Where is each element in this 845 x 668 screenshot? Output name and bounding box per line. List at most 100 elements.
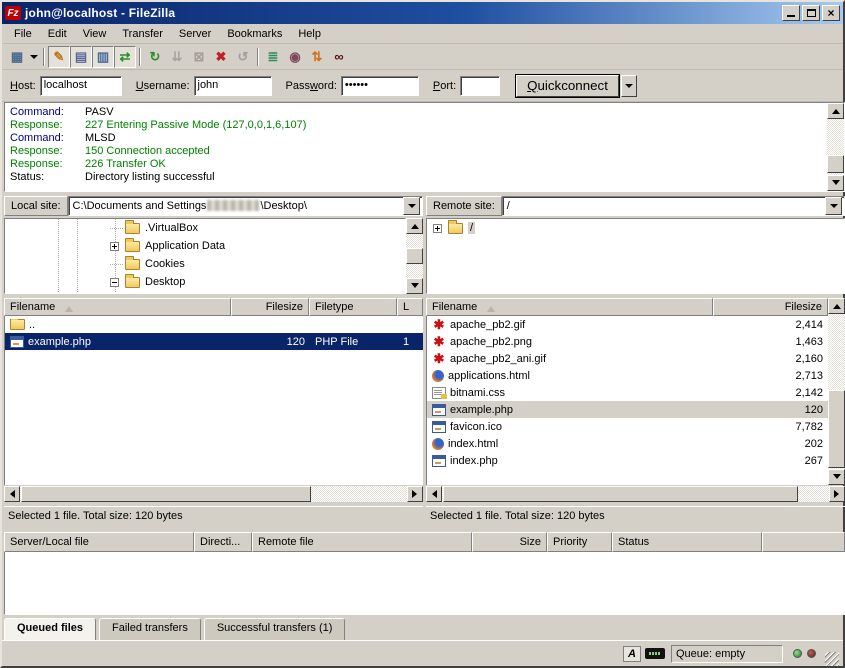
- password-input[interactable]: ••••••: [341, 76, 419, 96]
- tree-item-cookies[interactable]: Cookies: [5, 255, 405, 273]
- file-row[interactable]: ✱apache_pb2_ani.gif2,160: [427, 350, 828, 367]
- remote-hscroll-right-button[interactable]: [829, 486, 845, 502]
- menu-item-file[interactable]: File: [6, 26, 40, 42]
- tab-failed-transfers[interactable]: Failed transfers: [99, 618, 201, 640]
- quickconnect-dropdown-button[interactable]: [621, 75, 637, 97]
- file-row[interactable]: example.php120: [427, 401, 828, 418]
- reconnect-button[interactable]: ↺: [232, 46, 254, 68]
- site-manager-button[interactable]: ▦: [6, 46, 28, 68]
- remote-list-scroll-down-button[interactable]: [828, 469, 845, 485]
- port-input[interactable]: [460, 76, 500, 96]
- remote-site-dropdown-button[interactable]: [825, 197, 842, 215]
- local-column-filesize[interactable]: Filesize: [231, 298, 309, 316]
- remote-site-combobox[interactable]: /: [502, 196, 845, 216]
- menu-item-help[interactable]: Help: [290, 26, 329, 42]
- queue-column-directi-[interactable]: Directi...: [194, 532, 252, 552]
- quickconnect-button[interactable]: Quickconnect: [516, 75, 619, 97]
- filename-text: index.php: [450, 455, 498, 467]
- username-label: Username:: [136, 80, 190, 92]
- tree-item-root[interactable]: /: [427, 219, 844, 237]
- menu-item-bookmarks[interactable]: Bookmarks: [219, 26, 290, 42]
- expand-icon[interactable]: [110, 242, 119, 251]
- local-tree-scrollbar[interactable]: [406, 218, 423, 294]
- toggle-log-button[interactable]: ✎: [48, 46, 70, 68]
- tab-queued-files[interactable]: Queued files: [4, 618, 96, 641]
- menu-item-view[interactable]: View: [75, 26, 115, 42]
- file-row[interactable]: ✱apache_pb2.png1,463: [427, 333, 828, 350]
- username-input[interactable]: john: [194, 76, 272, 96]
- local-hscroll-thumb[interactable]: [21, 486, 311, 502]
- remote-hscroll-thumb[interactable]: [443, 486, 798, 502]
- local-tree-scroll-down-button[interactable]: [406, 278, 423, 294]
- remote-hscrollbar[interactable]: [426, 486, 845, 502]
- menu-item-edit[interactable]: Edit: [40, 26, 75, 42]
- site-manager-dropdown-icon[interactable]: [28, 46, 40, 68]
- process-queue-button[interactable]: ⇊: [166, 46, 188, 68]
- filename-text: apache_pb2_ani.gif: [450, 353, 546, 365]
- synchronized-browsing-button[interactable]: ⇅: [306, 46, 328, 68]
- menu-item-transfer[interactable]: Transfer: [114, 26, 171, 42]
- tree-item-desktop[interactable]: Desktop: [5, 273, 405, 291]
- local-site-dropdown-button[interactable]: [403, 197, 420, 215]
- local-tree-scroll-thumb[interactable]: [406, 248, 423, 264]
- queue-column-remote-file[interactable]: Remote file: [252, 532, 472, 552]
- file-row[interactable]: bitnami.css2,142: [427, 384, 828, 401]
- close-button[interactable]: ×: [822, 5, 840, 21]
- remote-list-scroll-thumb[interactable]: [828, 390, 845, 468]
- local-column-filetype[interactable]: Filetype: [309, 298, 397, 316]
- local-column-filename[interactable]: Filename: [4, 298, 231, 316]
- remote-hscroll-left-button[interactable]: [426, 486, 442, 502]
- collapse-icon[interactable]: [110, 278, 119, 287]
- remote-column-filename[interactable]: Filename: [426, 298, 713, 316]
- toolbar-separator: [43, 48, 45, 66]
- remote-list-scroll-up-button[interactable]: [828, 298, 845, 314]
- maximize-button[interactable]: [802, 5, 820, 21]
- remote-list-scrollbar[interactable]: [828, 298, 845, 485]
- find-files-button[interactable]: ∞: [328, 46, 350, 68]
- file-row[interactable]: example.php120PHP File1: [5, 333, 423, 350]
- disconnect-button[interactable]: ✖: [210, 46, 232, 68]
- transfer-type-icon[interactable]: A: [623, 646, 641, 662]
- expand-icon[interactable]: [433, 224, 442, 233]
- file-row[interactable]: index.php267: [427, 452, 828, 469]
- file-row[interactable]: ..: [5, 316, 423, 333]
- refresh-button[interactable]: ↻: [144, 46, 166, 68]
- file-row[interactable]: favicon.ico7,782: [427, 418, 828, 435]
- transfer-queue-list: [4, 552, 845, 615]
- local-hscrollbar[interactable]: [4, 486, 423, 502]
- resize-grip[interactable]: [825, 652, 839, 666]
- speed-limits-icon[interactable]: [645, 648, 665, 659]
- minimize-button[interactable]: [782, 5, 800, 21]
- tab-successful-transfers-1-[interactable]: Successful transfers (1): [204, 618, 346, 640]
- chevron-down-icon: [408, 204, 416, 212]
- menu-item-server[interactable]: Server: [171, 26, 219, 42]
- last-modified-cell: 1: [398, 336, 423, 348]
- queue-column-size[interactable]: Size: [472, 532, 547, 552]
- queue-column-empty[interactable]: [762, 532, 845, 552]
- tree-item-application-data[interactable]: Application Data: [5, 237, 405, 255]
- toggle-remote-tree-button[interactable]: ▥: [92, 46, 114, 68]
- file-row[interactable]: applications.html2,713: [427, 367, 828, 384]
- queue-column-server-local-file[interactable]: Server/Local file: [4, 532, 194, 552]
- toggle-local-tree-button[interactable]: ▤: [70, 46, 92, 68]
- queue-column-priority[interactable]: Priority: [547, 532, 612, 552]
- host-input[interactable]: localhost: [40, 76, 122, 96]
- tree-item--virtualbox[interactable]: .VirtualBox: [5, 219, 405, 237]
- file-row[interactable]: ✱apache_pb2.gif2,414: [427, 316, 828, 333]
- log-scroll-up-button[interactable]: [827, 103, 844, 119]
- file-row[interactable]: index.html202: [427, 435, 828, 452]
- log-scrollbar[interactable]: [827, 103, 844, 191]
- filter-button[interactable]: ≣: [262, 46, 284, 68]
- log-scroll-thumb[interactable]: [827, 155, 844, 173]
- directory-comparison-button[interactable]: ◉: [284, 46, 306, 68]
- queue-column-status[interactable]: Status: [612, 532, 762, 552]
- local-column-l[interactable]: L: [397, 298, 423, 316]
- remote-column-filesize[interactable]: Filesize: [713, 298, 828, 316]
- local-hscroll-left-button[interactable]: [4, 486, 20, 502]
- log-scroll-down-button[interactable]: [827, 175, 844, 191]
- local-hscroll-right-button[interactable]: [407, 486, 423, 502]
- local-tree-scroll-up-button[interactable]: [406, 218, 423, 234]
- cancel-button[interactable]: ⊠: [188, 46, 210, 68]
- toggle-queue-button[interactable]: ⇄: [114, 46, 136, 68]
- local-site-combobox[interactable]: C:\Documents and Settings\Desktop\: [68, 196, 423, 216]
